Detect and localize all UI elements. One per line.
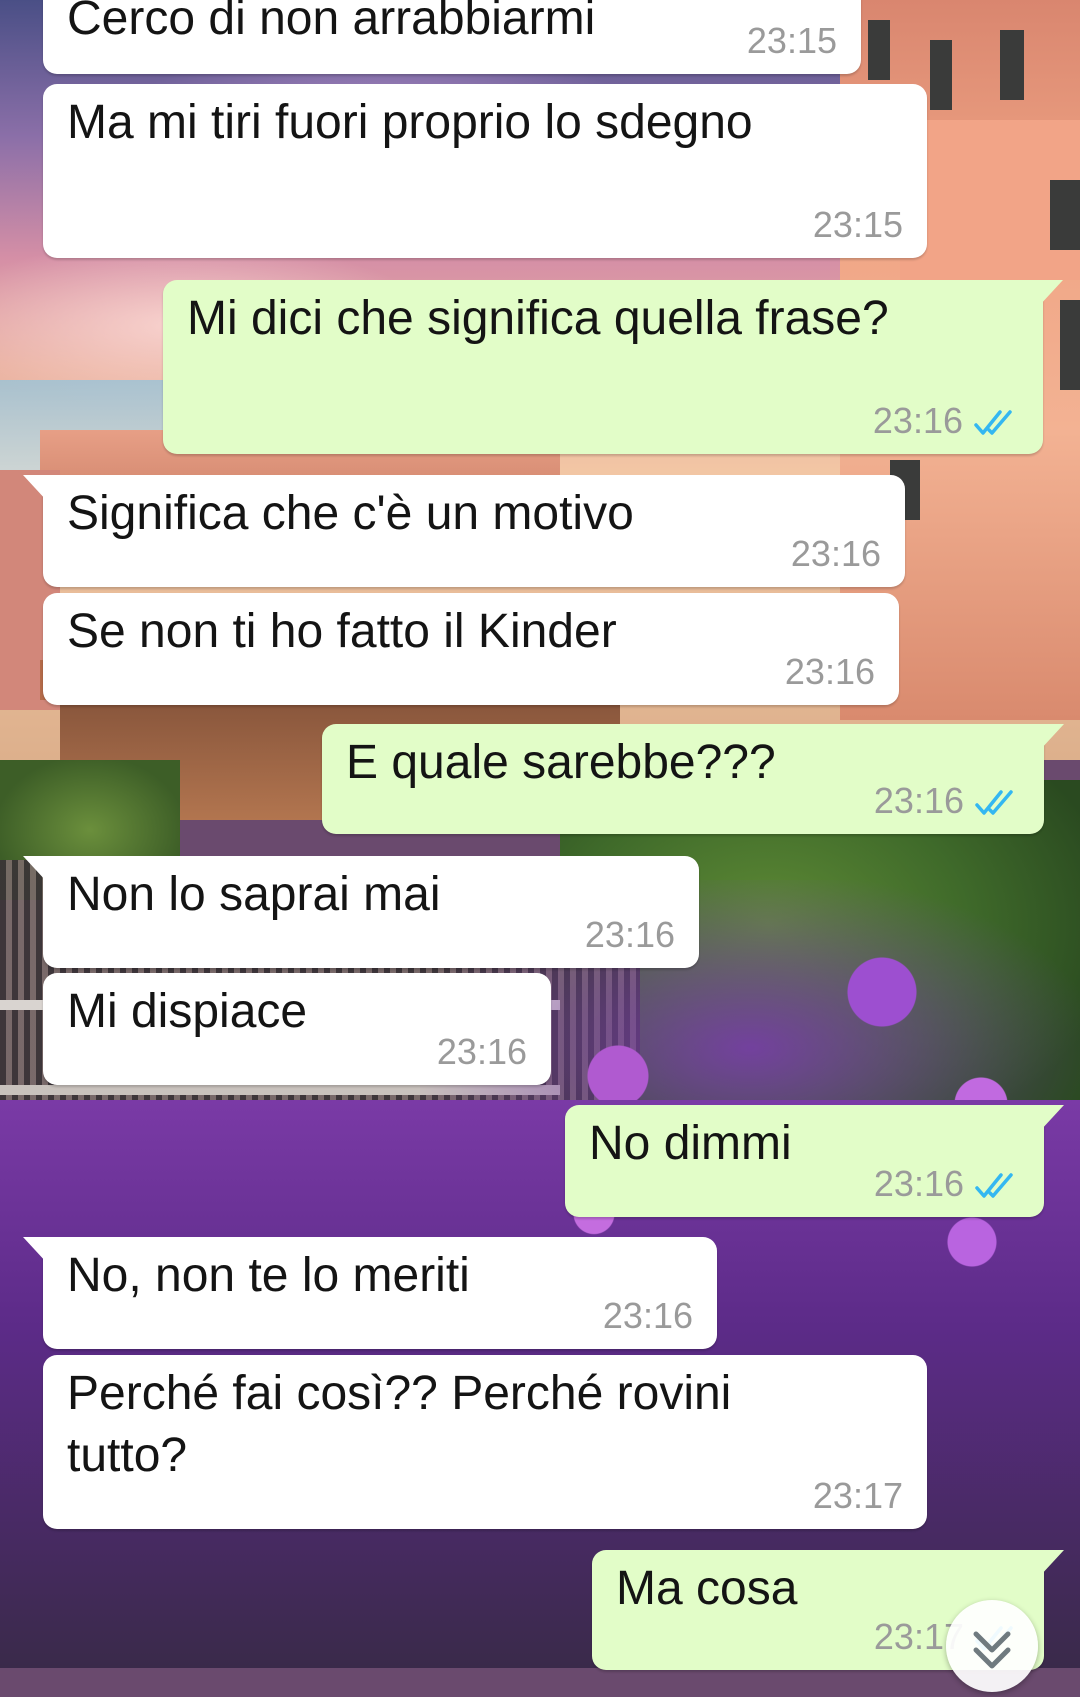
message-meta: 23:15 [747,20,837,62]
double-check-icon [974,410,1012,436]
message-text: Mi dispiace [67,985,308,1038]
double-check-icon [975,1173,1013,1199]
message-meta: 23:16 [603,1295,693,1337]
message-text: Non lo saprai mai [67,868,441,921]
message-text: Ma cosa [616,1562,798,1615]
message-text: Mi dici che significa quella frase? [187,292,889,345]
message-timestamp: 23:16 [784,651,875,692]
message-text: E quale sarebbe??? [346,736,776,789]
chevron-double-down-icon [973,1631,1011,1669]
message-timestamp: 23:16 [872,400,963,441]
message-meta: 23:16 [874,780,1020,822]
message-timestamp: 23:16 [790,533,881,574]
message-meta: 23:16 [785,651,875,693]
message-timestamp: 23:17 [812,1475,903,1516]
scroll-to-bottom-button[interactable] [946,1600,1038,1692]
message-text: Perché fai così?? Perché rovini tutto? [67,1367,732,1482]
message-meta: 23:15 [813,204,903,246]
message-meta: 23:17 [813,1475,903,1517]
bubble-tail [1040,1550,1064,1576]
message-meta: 23:16 [437,1031,527,1073]
double-check-icon [975,790,1013,816]
message-text: No dimmi [589,1117,792,1170]
message-text: Significa che c'è un motivo [67,487,634,540]
incoming-message[interactable]: Perché fai così?? Perché rovini tutto? 23… [43,1355,927,1529]
bubble-tail [23,475,47,501]
message-meta: 23:16 [791,533,881,575]
incoming-message[interactable]: No, non te lo meriti 23:16 [23,1237,717,1349]
message-timestamp: 23:16 [436,1031,527,1072]
message-text: Ma mi tiri fuori proprio lo sdegno [67,96,753,149]
incoming-message[interactable]: Se non ti ho fatto il Kinder 23:16 [43,593,899,705]
incoming-message[interactable]: Ma mi tiri fuori proprio lo sdegno 23:15 [43,84,927,258]
message-timestamp: 23:16 [873,1163,964,1204]
incoming-message[interactable]: Mi dispiace 23:16 [43,973,551,1085]
bubble-tail [1039,280,1063,306]
outgoing-message[interactable]: Mi dici che significa quella frase? 23:16 [163,280,1063,454]
outgoing-message[interactable]: E quale sarebbe??? 23:16 [322,724,1064,834]
message-timestamp: 23:16 [584,914,675,955]
bubble-tail [23,856,47,882]
bubble-tail [23,1237,47,1263]
message-timestamp: 23:15 [746,20,837,61]
message-timestamp: 23:16 [873,780,964,821]
message-text: Se non ti ho fatto il Kinder [67,605,617,658]
incoming-message[interactable]: Non lo saprai mai 23:16 [23,856,699,968]
message-text: Cerco di non arrabbiarmi [67,0,596,45]
message-timestamp: 23:15 [812,204,903,245]
bubble-tail [1040,724,1064,750]
message-meta: 23:16 [873,400,1019,442]
message-list[interactable]: Cerco di non arrabbiarmi 23:15 Ma mi tiri … [0,0,1080,1670]
incoming-message[interactable]: Cerco di non arrabbiarmi 23:15 [43,0,861,74]
message-text: No, non te lo meriti [67,1249,470,1302]
outgoing-message[interactable]: No dimmi 23:16 [565,1105,1064,1217]
incoming-message[interactable]: Significa che c'è un motivo 23:16 [23,475,905,587]
bubble-tail [1040,1105,1064,1131]
message-meta: 23:16 [585,914,675,956]
message-meta: 23:16 [874,1163,1020,1205]
message-timestamp: 23:16 [602,1295,693,1336]
